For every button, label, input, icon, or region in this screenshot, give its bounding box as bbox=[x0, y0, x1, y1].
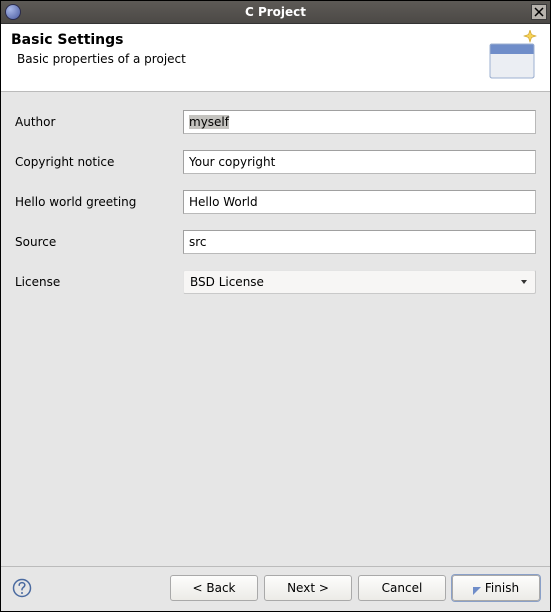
close-icon bbox=[534, 7, 544, 17]
label-license: License bbox=[15, 275, 183, 289]
source-input[interactable] bbox=[183, 230, 536, 254]
help-icon bbox=[12, 578, 32, 598]
row-greeting: Hello world greeting bbox=[15, 190, 536, 214]
license-dropdown[interactable]: BSD License bbox=[183, 270, 536, 294]
app-icon bbox=[5, 4, 21, 20]
row-copyright: Copyright notice bbox=[15, 150, 536, 174]
window-title: C Project bbox=[1, 5, 550, 19]
wizard-header: Basic Settings Basic properties of a pro… bbox=[1, 24, 550, 92]
author-input[interactable] bbox=[183, 110, 536, 134]
label-author: Author bbox=[15, 115, 183, 129]
label-source: Source bbox=[15, 235, 183, 249]
page-description: Basic properties of a project bbox=[17, 52, 540, 66]
cancel-button[interactable]: Cancel bbox=[358, 575, 446, 601]
form-area: Author Copyright notice Hello world gree… bbox=[1, 92, 550, 566]
label-copyright: Copyright notice bbox=[15, 155, 183, 169]
license-value: BSD License bbox=[190, 275, 519, 289]
close-button[interactable] bbox=[531, 4, 547, 20]
default-indicator-icon bbox=[473, 584, 481, 592]
copyright-input[interactable] bbox=[183, 150, 536, 174]
row-author: Author bbox=[15, 110, 536, 134]
dialog-window: C Project Basic Settings Basic propertie… bbox=[0, 0, 551, 612]
row-license: License BSD License bbox=[15, 270, 536, 294]
button-bar: < Back Next > Cancel Finish bbox=[1, 566, 550, 611]
chevron-down-icon bbox=[519, 278, 529, 286]
finish-button-label: Finish bbox=[485, 581, 519, 595]
page-title: Basic Settings bbox=[11, 32, 540, 48]
row-source: Source bbox=[15, 230, 536, 254]
label-greeting: Hello world greeting bbox=[15, 195, 183, 209]
back-button[interactable]: < Back bbox=[170, 575, 258, 601]
titlebar: C Project bbox=[1, 1, 550, 24]
greeting-input[interactable] bbox=[183, 190, 536, 214]
next-button[interactable]: Next > bbox=[264, 575, 352, 601]
help-button[interactable] bbox=[11, 577, 33, 599]
finish-button[interactable]: Finish bbox=[452, 575, 540, 601]
wizard-buttons: < Back Next > Cancel Finish bbox=[170, 575, 540, 601]
wizard-banner-icon bbox=[486, 30, 542, 86]
